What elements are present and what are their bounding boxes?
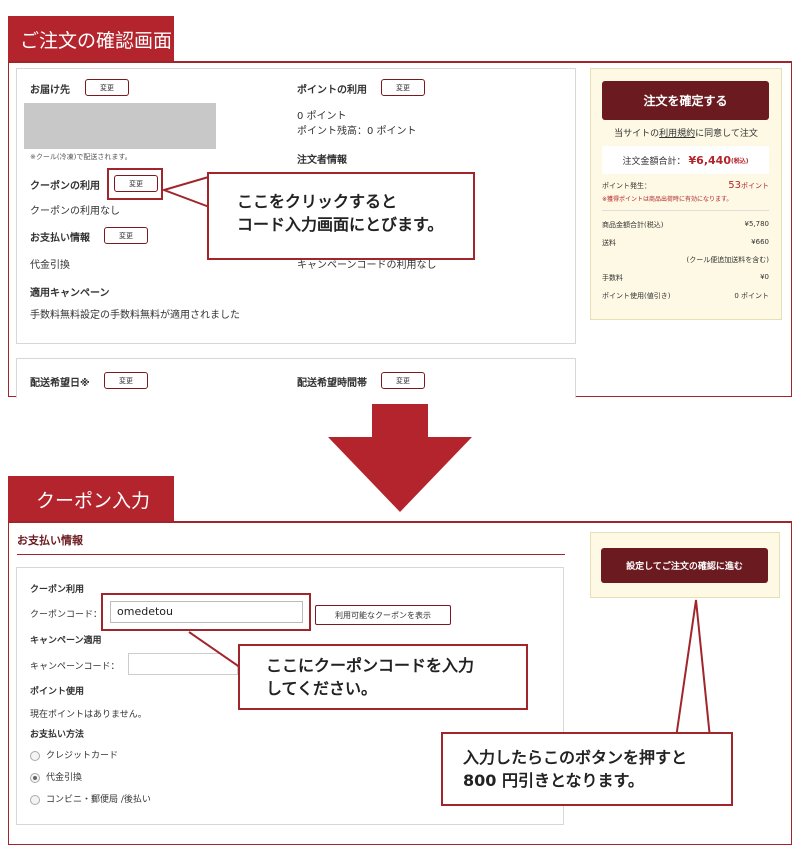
method-label: コンビニ・郵便局 /後払い (46, 795, 151, 805)
callout1-line1: ここをクリックすると (237, 192, 398, 211)
payment-method-option[interactable]: クレジットカード (30, 748, 118, 761)
callout-enter-code: ここにクーポンコードを入力 してください。 (238, 644, 528, 710)
delivery-label: お届け先 (30, 85, 70, 96)
terms-text: 当サイトの利用規約に同意して注文 (590, 126, 782, 139)
terms-prefix: 当サイトの (614, 129, 660, 139)
summary-row: 商品金額合計(税込) ¥5,780 (602, 220, 769, 230)
total-tax: (税込) (730, 157, 749, 165)
delivery-schedule-panel (16, 358, 576, 398)
campaign-label: 適用キャンペーン (30, 288, 110, 299)
confirm-page-tab: ご注文の確認画面 (8, 16, 174, 62)
point-none-text: 現在ポイントはありません。 (30, 710, 147, 720)
points-balance: ポイント残高：0 ポイント (297, 126, 417, 137)
summary-row-label: 送料 (602, 239, 616, 247)
callout1-line2: コード入力画面にとびます。 (237, 215, 444, 235)
payment-method-option[interactable]: コンビニ・郵便局 /後払い (30, 792, 151, 805)
payment-method-option[interactable]: 代金引換 (30, 770, 82, 783)
payment-section-title: お支払い情報 (17, 534, 83, 547)
coupon-input-tab: クーポン入力 (8, 476, 174, 522)
total-label: 注文金額合計： (622, 156, 686, 167)
summary-row-value: (クール便追加送料を含む) (686, 256, 769, 264)
orderer-label: 注文者情報 (297, 155, 347, 166)
coupon-code-value: omedetou (117, 605, 173, 618)
points-earned-label: ポイント発生： (602, 182, 651, 190)
coupon-value: クーポンの利用なし (30, 206, 120, 217)
points-value: 0 ポイント (297, 111, 347, 122)
summary-row-label: 商品金額合計(税込) (602, 221, 664, 229)
delivery-date-change-button[interactable]: 変更 (104, 372, 148, 389)
payment-change-button[interactable]: 変更 (104, 227, 148, 244)
points-note: ※獲得ポイントは商品出荷時に有効になります。 (602, 196, 733, 203)
radio-selected-icon[interactable] (30, 772, 40, 783)
coupon-input-title: クーポン入力 (36, 489, 151, 512)
delivery-change-button[interactable]: 変更 (85, 79, 129, 96)
coupon-label: クーポンの利用 (30, 181, 100, 192)
callout2-line2: してください。 (266, 679, 378, 699)
summary-row: 手数料 ¥0 (602, 273, 769, 283)
summary-row-value: ¥5,780 (744, 220, 770, 228)
method-label: クレジットカード (46, 751, 119, 761)
confirm-order-button[interactable]: 注文を確定する (602, 81, 769, 120)
summary-row-label: ポイント使用(値引き) (602, 292, 671, 300)
submit-coupon-button[interactable]: 設定してご注文の確認に進む (601, 548, 768, 583)
total-box: 注文金額合計： ¥6,440 (税込) (602, 146, 769, 174)
coupon-change-button[interactable]: 変更 (114, 175, 158, 192)
points-change-button[interactable]: 変更 (381, 79, 425, 96)
delivery-date-label: 配送希望日※ (30, 378, 90, 389)
summary-row-value: ¥660 (751, 238, 769, 246)
radio-icon[interactable] (30, 750, 40, 761)
points-label: ポイントの利用 (297, 85, 367, 96)
coupon-code-label: クーポンコード： (30, 610, 103, 620)
radio-icon[interactable] (30, 794, 40, 805)
point-use-label: ポイント使用 (30, 687, 85, 697)
summary-row: ポイント使用(値引き) 0 ポイント (602, 291, 769, 301)
payment-method-label: お支払い方法 (30, 730, 85, 740)
method-label: 代金引換 (46, 773, 83, 783)
campaign-apply-label: キャンペーン適用 (30, 636, 102, 646)
payment-value: 代金引換 (30, 260, 70, 271)
cool-delivery-note: ※クール(冷凍)で配送されます。 (30, 153, 132, 161)
summary-row: (クール便追加送料を含む) (602, 255, 769, 265)
summary-row-value: ¥0 (760, 273, 769, 281)
summary-row-label: 手数料 (602, 274, 623, 282)
summary-divider (602, 210, 769, 211)
confirm-page-title: ご注文の確認画面 (20, 29, 173, 52)
points-earned: 53ポイント (700, 180, 769, 191)
callout-press-button: 入力したらこのボタンを押すと 800 円引きとなります。 (441, 732, 733, 806)
campaign-value: 手数料無料設定の手数料無料が適用されました (30, 310, 240, 321)
section-title-underline (17, 554, 565, 555)
coupon-use-label: クーポン利用 (30, 585, 85, 595)
address-redacted-block (24, 103, 216, 149)
summary-row: 送料 ¥660 (602, 238, 769, 248)
down-arrow-icon (328, 404, 472, 512)
points-earned-value: 53 (728, 180, 741, 191)
callout3-line1: 入力したらこのボタンを押すと (463, 748, 688, 767)
summary-row-value: 0 ポイント (734, 292, 769, 300)
campaign-code-label: キャンペーンコード： (30, 662, 120, 672)
points-unit: ポイント (741, 182, 769, 190)
payment-label: お支払い情報 (30, 233, 90, 244)
total-value: ¥6,440 (688, 153, 731, 167)
terms-link[interactable]: 利用規約 (659, 129, 695, 139)
callout3-line2: 800 円引きとなります。 (463, 771, 644, 791)
coupon-code-input[interactable]: omedetou (110, 601, 303, 623)
terms-suffix: に同意して注文 (695, 129, 758, 139)
callout3-pointer (675, 599, 711, 739)
delivery-time-label: 配送希望時間帯 (297, 378, 367, 389)
callout2-line1: ここにクーポンコードを入力 (266, 656, 475, 675)
callout-coupon-click: ここをクリックすると コード入力画面にとびます。 (207, 172, 475, 260)
delivery-time-change-button[interactable]: 変更 (381, 372, 425, 389)
show-coupons-button[interactable]: 利用可能なクーポンを表示 (315, 605, 451, 625)
